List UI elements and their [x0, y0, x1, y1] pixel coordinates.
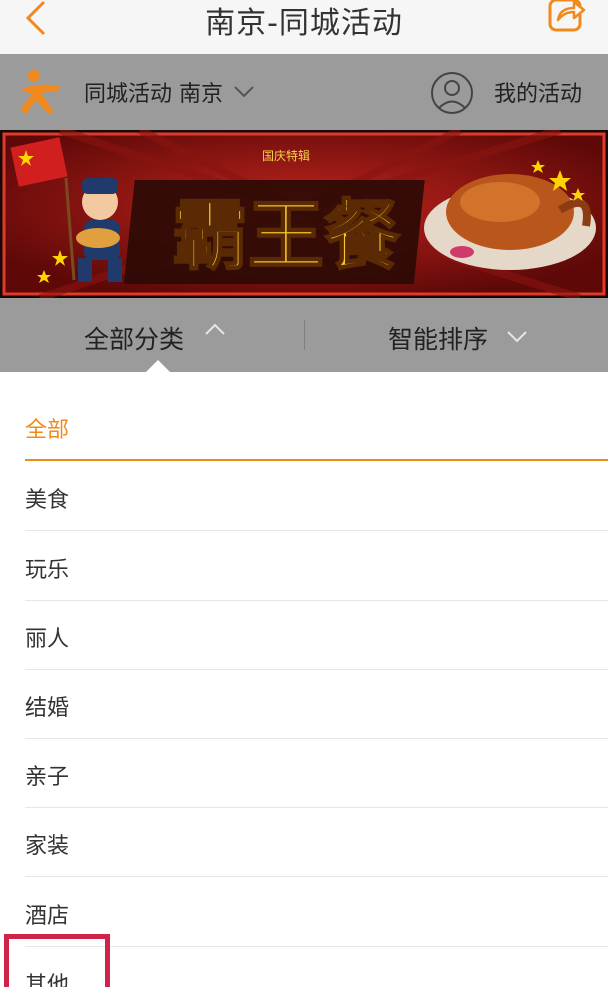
filter-bar: 全部分类 智能排序: [0, 298, 608, 372]
category-item-food[interactable]: 美食: [25, 462, 608, 531]
category-label: 家装: [25, 834, 70, 859]
category-label: 亲子: [25, 765, 70, 790]
category-item-fun[interactable]: 玩乐: [25, 532, 608, 601]
app-logo-icon: [20, 70, 60, 114]
category-item-family[interactable]: 亲子: [25, 739, 608, 808]
banner-headline: 霸王餐: [172, 191, 400, 280]
category-label: 结婚: [25, 696, 70, 721]
highlight-box: [4, 934, 110, 987]
share-icon[interactable]: [544, 0, 588, 34]
chevron-down-icon[interactable]: [232, 82, 256, 102]
sort-filter[interactable]: 智能排序: [388, 320, 488, 356]
title-bar: 南京-同城活动: [0, 0, 608, 54]
category-filter[interactable]: 全部分类: [84, 320, 184, 356]
chevron-up-icon[interactable]: [204, 320, 226, 338]
my-activity-link[interactable]: 我的活动: [494, 76, 582, 108]
promo-banner[interactable]: 国庆特辑 霸王餐: [0, 130, 608, 298]
banner-tag: 国庆特辑: [262, 148, 310, 163]
category-label: 全部: [25, 418, 70, 443]
chevron-down-icon[interactable]: [506, 328, 528, 346]
user-avatar-icon[interactable]: [430, 71, 474, 115]
sub-header: 同城活动 南京 我的活动: [0, 54, 608, 130]
category-label: 美食: [25, 488, 70, 513]
category-item-home[interactable]: 家装: [25, 808, 608, 877]
page-title: 南京-同城活动: [205, 6, 403, 41]
category-item-wedding[interactable]: 结婚: [25, 670, 608, 739]
category-item-hotel[interactable]: 酒店: [25, 878, 608, 947]
filter-divider: [304, 320, 305, 350]
category-item-beauty[interactable]: 丽人: [25, 601, 608, 670]
banner-artwork: 国庆特辑 霸王餐: [2, 130, 606, 298]
category-item-other[interactable]: 其他: [25, 947, 608, 987]
city-selector[interactable]: 同城活动 南京: [84, 76, 223, 108]
category-label: 酒店: [25, 904, 70, 929]
category-label: 玩乐: [25, 558, 70, 583]
category-item-all[interactable]: 全部: [25, 392, 608, 461]
category-label: 丽人: [25, 627, 70, 652]
dropdown-caret: [146, 360, 170, 372]
